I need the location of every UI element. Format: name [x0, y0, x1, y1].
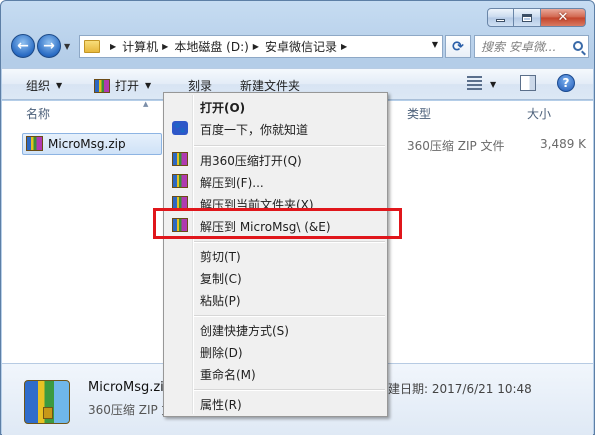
chevron-right-icon[interactable]: ▶: [341, 42, 347, 51]
open-button[interactable]: 打开 ▼: [94, 77, 151, 94]
archive-icon: [94, 78, 110, 93]
details-file-name: MicroMsg.zip: [88, 380, 173, 395]
column-header-name[interactable]: 名称: [26, 105, 50, 122]
navigation-bar: ← → ▼ ▶ 计算机 ▶ 本地磁盘 (D:) ▶ 安卓微信记录 ▶ ▼ ⟳ 搜…: [9, 33, 589, 61]
menu-item-label: 属性(R): [200, 398, 242, 412]
sort-indicator-icon: ▲: [143, 100, 149, 108]
chevron-down-icon: ▼: [145, 81, 152, 90]
menu-item-label: 重命名(M): [200, 368, 256, 382]
column-header-type[interactable]: 类型: [407, 105, 431, 122]
recent-pages-dropdown-icon[interactable]: ▼: [64, 42, 70, 51]
column-header-size[interactable]: 大小: [527, 105, 551, 122]
menu-item-create-shortcut[interactable]: 创建快捷方式(S): [166, 318, 385, 340]
archive-icon: [172, 152, 188, 166]
menu-separator: [194, 145, 385, 147]
search-input[interactable]: 搜索 安卓微...: [474, 35, 589, 58]
view-options-icon[interactable]: [467, 76, 482, 91]
address-dropdown-icon[interactable]: ▼: [432, 40, 438, 49]
menu-item-baidu[interactable]: 🐾 百度一下，你就知道: [166, 117, 385, 139]
menu-item-cut[interactable]: 剪切(T): [166, 244, 385, 266]
paw-icon: 🐾: [172, 121, 188, 135]
back-arrow-icon: ←: [17, 38, 29, 54]
folder-icon: [84, 40, 100, 53]
organize-button[interactable]: 组织 ▼: [26, 77, 62, 94]
refresh-icon: ⟳: [452, 38, 464, 55]
menu-item-properties[interactable]: 属性(R): [166, 392, 385, 414]
menu-item-label: 打开(O): [200, 101, 246, 115]
maximize-icon: [522, 13, 532, 22]
maximize-button[interactable]: [514, 8, 541, 27]
menu-item-copy[interactable]: 复制(C): [166, 266, 385, 288]
zip-file-large-icon: [24, 380, 70, 424]
forward-arrow-icon: →: [43, 38, 55, 54]
zip-file-icon: [26, 136, 43, 151]
search-icon[interactable]: [573, 41, 583, 51]
menu-item-label: 删除(D): [200, 346, 243, 360]
back-button[interactable]: ←: [11, 34, 35, 58]
annotation-highlight-box: [153, 208, 402, 239]
refresh-button[interactable]: ⟳: [445, 35, 471, 58]
breadcrumb-folder[interactable]: 安卓微信记录: [265, 38, 337, 55]
menu-item-label: 解压到(F)...: [200, 176, 264, 190]
address-bar[interactable]: ▶ 计算机 ▶ 本地磁盘 (D:) ▶ 安卓微信记录 ▶ ▼: [79, 35, 443, 58]
search-placeholder: 搜索 安卓微...: [481, 40, 557, 54]
details-created-date: 建日期: 2017/6/21 10:48: [388, 382, 532, 396]
breadcrumb-local-disk[interactable]: 本地磁盘 (D:): [174, 38, 248, 55]
menu-item-rename[interactable]: 重命名(M): [166, 362, 385, 384]
menu-item-open-with-360[interactable]: 用360压缩打开(Q): [166, 148, 385, 170]
menu-item-label: 剪切(T): [200, 250, 241, 264]
forward-button[interactable]: →: [37, 34, 61, 58]
menu-separator: [194, 241, 385, 243]
menu-item-label: 创建快捷方式(S): [200, 324, 289, 338]
minimize-button[interactable]: [487, 8, 514, 27]
menu-item-paste[interactable]: 粘贴(P): [166, 288, 385, 310]
archive-icon: [172, 174, 188, 188]
menu-item-label: 百度一下，你就知道: [200, 123, 309, 137]
close-button[interactable]: ✕: [541, 8, 586, 27]
chevron-right-icon[interactable]: ▶: [253, 42, 259, 51]
menu-item-label: 复制(C): [200, 272, 242, 286]
file-size: 3,489 K: [540, 137, 587, 151]
chevron-right-icon[interactable]: ▶: [162, 42, 168, 51]
minimize-icon: [496, 19, 505, 22]
breadcrumb-computer[interactable]: 计算机: [122, 38, 158, 55]
menu-separator: [194, 389, 385, 391]
menu-separator: [194, 315, 385, 317]
menu-item-extract-to[interactable]: 解压到(F)...: [166, 170, 385, 192]
context-menu: 打开(O) 🐾 百度一下，你就知道 用360压缩打开(Q) 解压到(F)... …: [163, 92, 388, 417]
menu-item-label: 粘贴(P): [200, 294, 241, 308]
file-name: MicroMsg.zip: [48, 137, 126, 151]
menu-item-open[interactable]: 打开(O): [166, 95, 385, 117]
help-icon[interactable]: ?: [557, 74, 575, 92]
open-label: 打开: [115, 79, 140, 93]
details-file-type: 360压缩 ZIP 文: [88, 403, 174, 417]
preview-pane-icon[interactable]: [520, 75, 536, 91]
close-icon: ✕: [557, 10, 569, 25]
caption-buttons: ✕: [487, 8, 586, 27]
chevron-down-icon: ▼: [56, 81, 63, 90]
chevron-right-icon[interactable]: ▶: [110, 42, 116, 51]
chevron-down-icon[interactable]: ▼: [490, 80, 496, 89]
menu-item-label: 用360压缩打开(Q): [200, 154, 302, 168]
organize-label: 组织: [26, 79, 51, 93]
menu-item-delete[interactable]: 删除(D): [166, 340, 385, 362]
file-type: 360压缩 ZIP 文件: [407, 139, 505, 153]
